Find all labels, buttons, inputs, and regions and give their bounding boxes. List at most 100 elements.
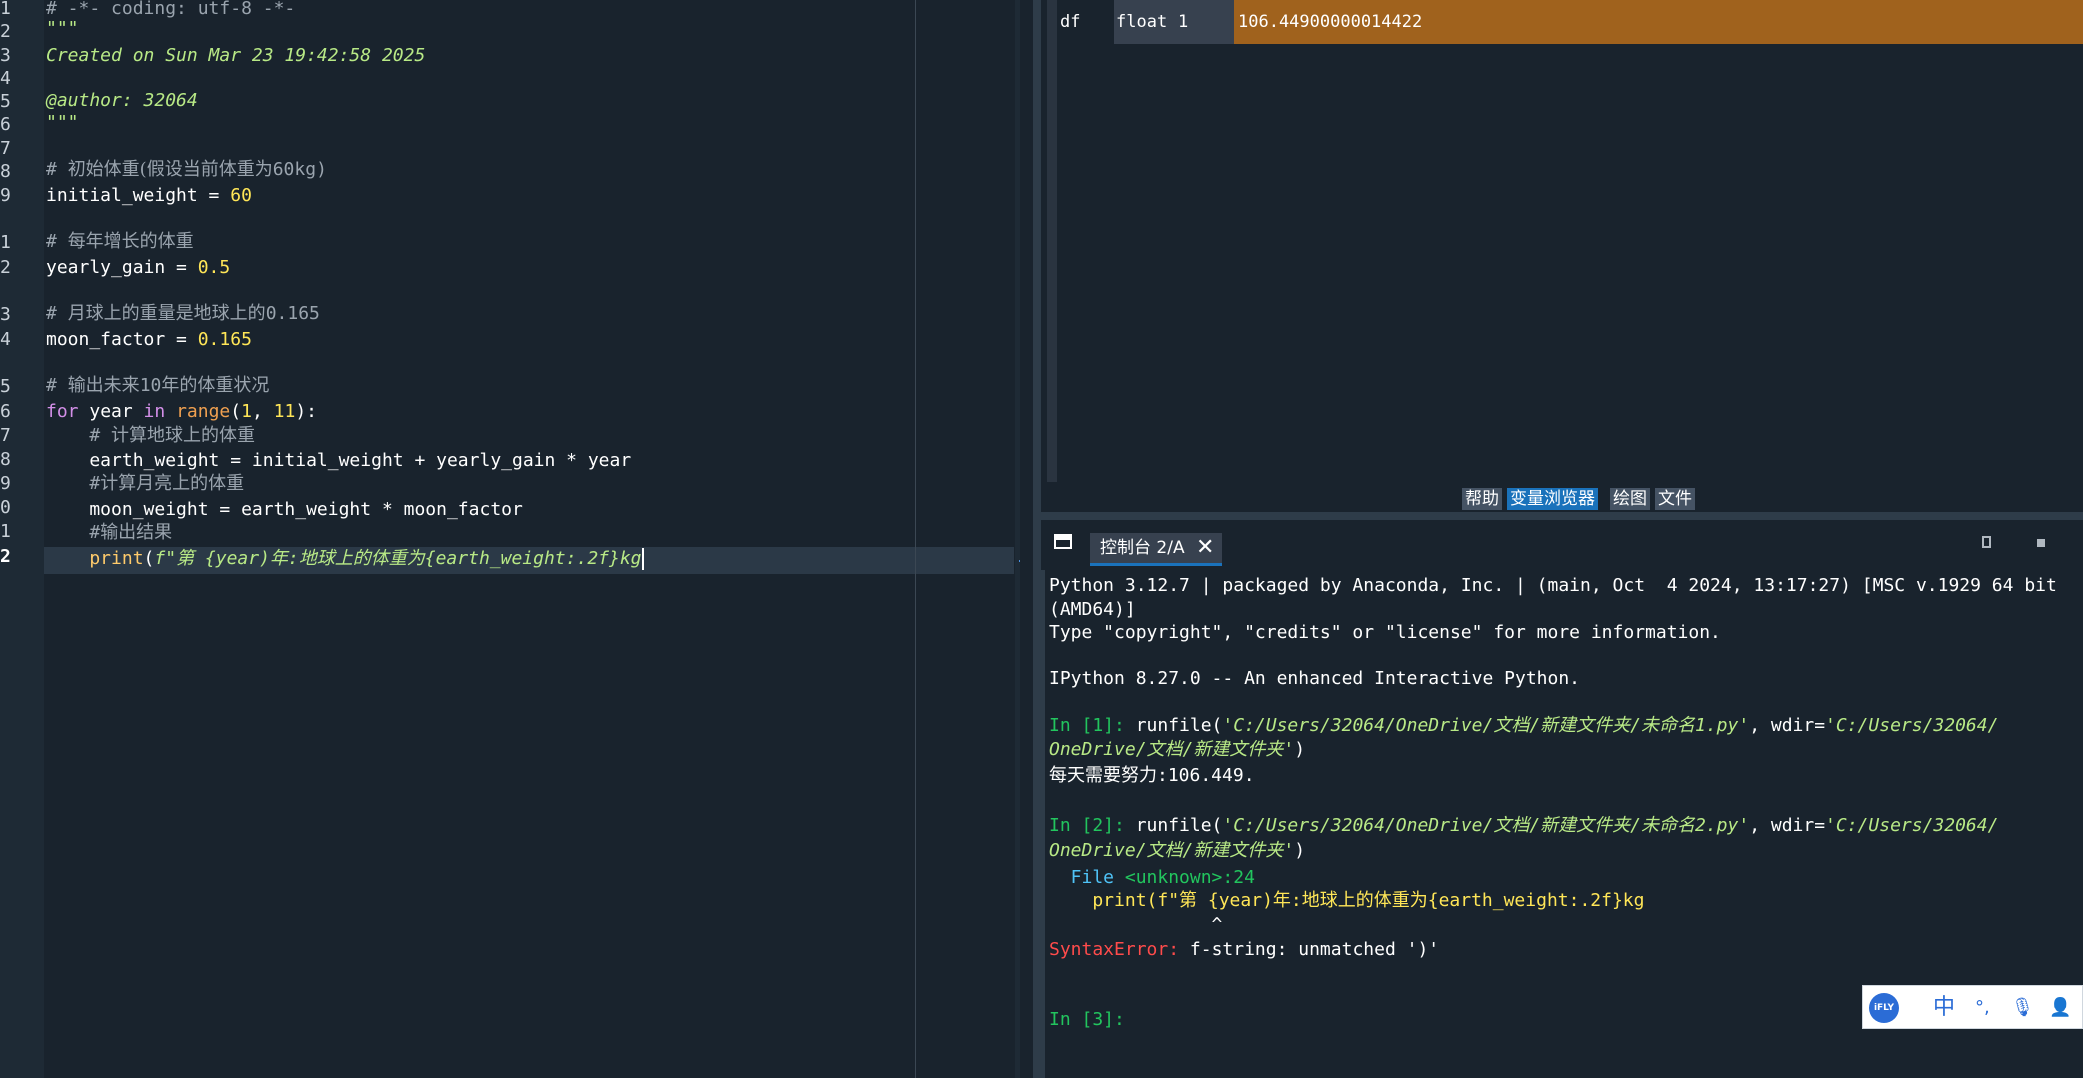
console-token: runfile( — [1135, 815, 1223, 836]
variable-explorer-row-header — [1047, 0, 1057, 482]
tab-files[interactable]: 文件 — [1655, 488, 1695, 510]
comment-token: 年的体重状况 — [161, 375, 270, 396]
comment-token: 初始体重(假设当前体重为 — [67, 159, 273, 180]
ime-toolbar[interactable]: iFLY 中 °, 🎙 👤 — [1862, 985, 2083, 1029]
line-number: 9 — [0, 473, 11, 494]
console-input-line-current[interactable]: In [3]: — [1049, 1008, 1136, 1032]
code-line: # 月球上的重量是地球上的0.165 — [46, 302, 320, 326]
line-number: 6 — [0, 401, 11, 422]
comment-token: 计算地球上的体重 — [111, 425, 256, 446]
stop-icon[interactable] — [2037, 539, 2045, 547]
line-number: 5 — [0, 376, 11, 397]
code-line: moon_weight = earth_weight * moon_factor — [46, 499, 523, 520]
console-tab-label: 控制台 2/A — [1100, 538, 1185, 558]
variable-type-cell[interactable]: float — [1114, 0, 1178, 44]
input-prompt: In [2]: — [1049, 815, 1136, 836]
variable-name-cell[interactable]: df — [1058, 0, 1112, 44]
path-string: OneDrive/文档/新建文件夹' — [1049, 840, 1295, 861]
builtin-token: range — [165, 401, 231, 422]
traceback-caret: ^ — [1049, 914, 1223, 935]
number-token: 60 — [230, 185, 252, 206]
code-line: # 输出未来10年的体重状况 — [46, 374, 269, 398]
comment-token: 每年增长的体重 — [67, 231, 194, 252]
line-number: 1 — [0, 521, 11, 542]
console-token: runfile( — [1135, 715, 1223, 736]
undock-window-icon[interactable] — [1054, 534, 1072, 549]
code-line: #计算月亮上的体重 — [46, 472, 244, 496]
error-line: SyntaxError: f-string: unmatched ')' — [1049, 938, 1439, 962]
code-line: # 每年增长的体重 — [46, 230, 194, 254]
comment-token: 输出未来 — [67, 375, 140, 396]
console-line: (AMD64)] — [1049, 599, 1136, 620]
tab-variable-explorer[interactable]: 变量浏览器 — [1507, 488, 1598, 510]
chinese-mode-button[interactable]: 中 — [1933, 994, 1955, 1022]
builtin-token: print — [46, 548, 144, 569]
error-message: f-string: unmatched ')' — [1189, 939, 1440, 960]
line-number-gutter: 1 2 3 4 5 6 7 8 9 1 2 3 4 5 6 7 8 9 0 1 … — [0, 0, 44, 1078]
tab-help[interactable]: 帮助 — [1462, 488, 1502, 510]
vertical-splitter[interactable] — [1033, 0, 1041, 1078]
variable-value-cell[interactable]: 106.44900000014422 — [1234, 0, 2083, 44]
ifly-logo-icon[interactable]: iFLY — [1869, 993, 1899, 1023]
microphone-icon[interactable]: 🎙 — [2011, 994, 2034, 1022]
line-number: 4 — [0, 68, 11, 89]
code-token: moon_factor = — [46, 329, 198, 350]
line-number: 5 — [0, 91, 11, 112]
console-line: OneDrive/文档/新建文件夹') — [1049, 839, 1305, 863]
code-line: moon_factor = 0.165 — [46, 328, 252, 352]
code-line: #输出结果 — [46, 521, 172, 545]
tab-console[interactable]: 控制台 2/A ✕ — [1090, 533, 1222, 566]
code-token: initial_weight = — [46, 185, 231, 206]
comment-token: 0.165 — [265, 303, 320, 324]
code-line: # -*- coding: utf-8 -*- — [46, 0, 296, 19]
code-line: """ — [46, 112, 79, 133]
line-number: 1 — [0, 232, 11, 253]
code-editor[interactable]: 1 2 3 4 5 6 7 8 9 1 2 3 4 5 6 7 8 9 0 1 … — [0, 0, 1020, 1078]
variable-size-cell[interactable]: 1 — [1176, 0, 1234, 44]
line-number: 8 — [0, 449, 11, 470]
console-input-line: In [1]: runfile('C:/Users/32064/OneDrive… — [1049, 714, 1998, 738]
code-token: ( — [230, 401, 242, 422]
close-icon[interactable]: ✕ — [1196, 533, 1214, 563]
scrollbar-marker — [1019, 560, 1020, 562]
code-token: ( — [143, 548, 155, 569]
code-line: # 计算地球上的体重 — [46, 424, 255, 448]
text-caret — [641, 548, 644, 570]
editor-scrollbar[interactable] — [1015, 0, 1020, 1078]
code-token: , — [251, 401, 274, 422]
line-number: 2 — [0, 257, 11, 278]
line-number: 7 — [0, 425, 11, 446]
comment-token: 10 — [139, 375, 162, 396]
console-line: IPython 8.27.0 -- An enhanced Interactiv… — [1049, 668, 1581, 689]
input-prompt: In [3]: — [1049, 1009, 1136, 1030]
line-number: 0 — [0, 497, 11, 518]
tab-plots[interactable]: 绘图 — [1610, 488, 1650, 510]
comment-token: # — [46, 159, 68, 180]
comment-token: 计算月亮上的体重 — [100, 473, 245, 494]
path-string: 'C:/Users/32064/OneDrive/文档/新建文件夹/未命名1.p… — [1222, 715, 1750, 736]
path-string: OneDrive/文档/新建文件夹' — [1049, 739, 1295, 760]
code-line-current[interactable]: print(f"第 {year)年:地球上的体重为{earth_weight:.… — [46, 547, 644, 571]
code-line: earth_weight = initial_weight + yearly_g… — [46, 450, 632, 471]
code-line: @author: 32064 — [46, 90, 198, 111]
line-number: 7 — [0, 138, 11, 159]
keyword-token: for — [46, 401, 79, 422]
copy-icon[interactable] — [1982, 536, 1991, 548]
input-prompt: In [1]: — [1049, 715, 1136, 736]
console-input-line: In [2]: runfile('C:/Users/32064/OneDrive… — [1049, 814, 1998, 838]
edge-guide-line — [915, 0, 916, 1078]
console-token: , wdir= — [1749, 815, 1826, 836]
horizontal-splitter[interactable] — [1041, 512, 2083, 520]
code-line: """ — [46, 18, 79, 39]
keyword-token: in — [143, 401, 166, 422]
user-icon[interactable]: 👤 — [2049, 994, 2071, 1022]
line-number: 3 — [0, 45, 11, 66]
variable-row[interactable]: df float 1 106.44900000014422 — [1058, 0, 2083, 44]
console-token: ) — [1294, 739, 1306, 760]
punctuation-icon[interactable]: °, — [1975, 994, 1990, 1022]
code-token: year — [78, 401, 144, 422]
comment-token: 60kg) — [272, 159, 327, 180]
comment-token: # — [46, 375, 68, 396]
variable-explorer-pane — [1041, 0, 2083, 510]
line-number: 6 — [0, 114, 11, 135]
